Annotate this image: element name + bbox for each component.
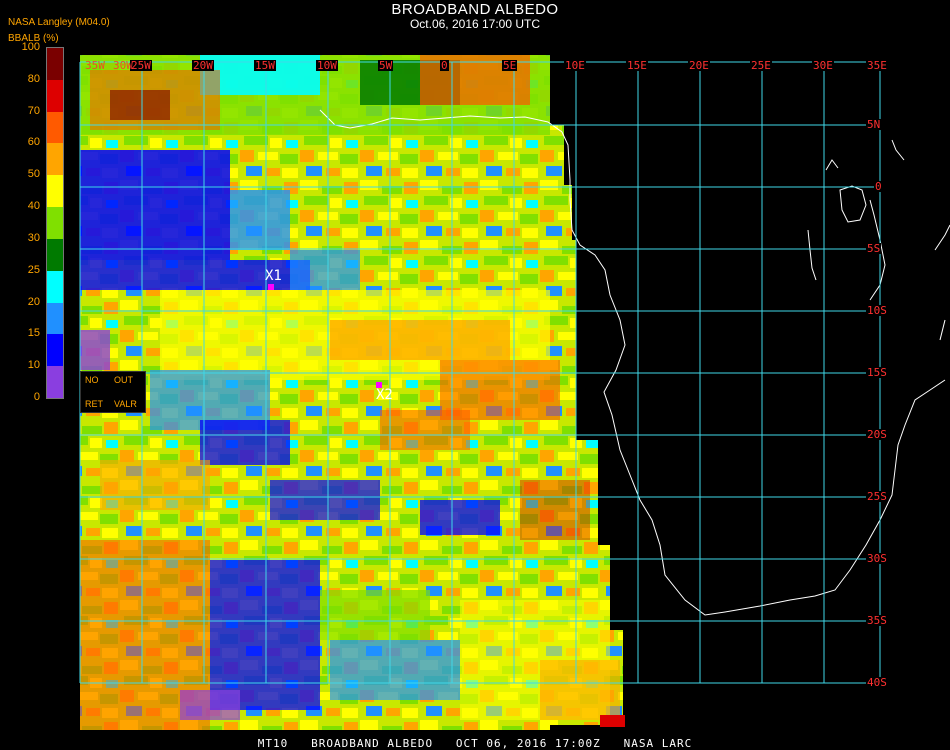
longitude-label: 25E bbox=[750, 59, 772, 72]
colorbar-segment bbox=[47, 238, 63, 272]
colorbar-segment bbox=[47, 302, 63, 335]
legend-out: OUT bbox=[114, 375, 133, 385]
latitude-label: 5S bbox=[866, 242, 882, 255]
latitude-label: 20S bbox=[866, 428, 888, 441]
map-datetime: Oct.06, 2016 17:00 UTC bbox=[409, 17, 541, 31]
latitude-label: 30S bbox=[866, 552, 888, 565]
longitude-label: 10E bbox=[564, 59, 586, 72]
marker-x1-point bbox=[268, 284, 274, 290]
albedo-field bbox=[80, 55, 625, 730]
colorbar-segment bbox=[47, 175, 63, 208]
colorbar-tick-label: 100 bbox=[21, 41, 40, 53]
colorbar-tick-label: 10 bbox=[27, 359, 40, 372]
latitude-label: 40S bbox=[866, 676, 888, 689]
colorbar-tick-label: 30 bbox=[27, 231, 40, 244]
longitude-label: 30W bbox=[113, 59, 133, 72]
colorbar bbox=[46, 47, 64, 399]
latitude-label: 5N bbox=[866, 118, 882, 131]
source-label: NASA Langley (M04.0) bbox=[8, 17, 110, 28]
colorbar-tick-label: 70 bbox=[27, 104, 40, 117]
legend-valr: VALR bbox=[114, 399, 137, 409]
latitude-label: 0 bbox=[874, 180, 883, 193]
legend-ret: RET bbox=[85, 399, 103, 409]
longitude-label: 30E bbox=[812, 59, 834, 72]
colorbar-segment bbox=[47, 207, 63, 240]
map-title: BROADBAND ALBEDO bbox=[391, 1, 559, 18]
latitude-label: 35S bbox=[866, 614, 888, 627]
colorbar-segment bbox=[47, 334, 63, 367]
legend-no: NO bbox=[85, 375, 99, 385]
longitude-label: 35E bbox=[866, 59, 888, 72]
longitude-label: 15E bbox=[626, 59, 648, 72]
longitude-label: 15W bbox=[254, 59, 276, 72]
colorbar-tick-label: 20 bbox=[27, 295, 40, 308]
longitude-label: 20E bbox=[688, 59, 710, 72]
colorbar-tick-label: 50 bbox=[27, 168, 40, 181]
colorbar-segment bbox=[47, 79, 63, 113]
longitude-label: 0 bbox=[440, 59, 449, 72]
colorbar-segment bbox=[47, 48, 63, 81]
latitude-label: 25S bbox=[866, 490, 888, 503]
latitude-label: 15S bbox=[866, 366, 888, 379]
longitude-label: 35W bbox=[85, 59, 105, 72]
colorbar-tick-label: 25 bbox=[27, 263, 40, 276]
colorbar-tick-label: 15 bbox=[27, 327, 40, 340]
footer-caption: MT10 BROADBAND ALBEDO OCT 06, 2016 17:00… bbox=[257, 737, 693, 750]
colorbar-segment bbox=[47, 366, 63, 399]
colorbar-tick-label: 0 bbox=[33, 391, 40, 403]
colorbar-segment bbox=[47, 111, 63, 144]
longitude-label: 5W bbox=[378, 59, 394, 72]
longitude-label: 5E bbox=[502, 59, 518, 72]
longitude-label: 10W bbox=[316, 59, 338, 72]
colorbar-tick-label: 60 bbox=[27, 136, 40, 149]
colorbar-segment bbox=[47, 143, 63, 176]
latitude-label: 10S bbox=[866, 304, 888, 317]
no-retrieval-legend: NO OUT RET VALR bbox=[80, 371, 146, 413]
colorbar-tick-label: 80 bbox=[27, 72, 40, 85]
longitude-label: 20W bbox=[192, 59, 214, 72]
colorbar-segment bbox=[47, 270, 63, 304]
marker-x1-label: X1 bbox=[265, 268, 282, 284]
marker-x2-label: X2 bbox=[376, 387, 393, 403]
colorbar-tick-label: 40 bbox=[27, 200, 40, 213]
